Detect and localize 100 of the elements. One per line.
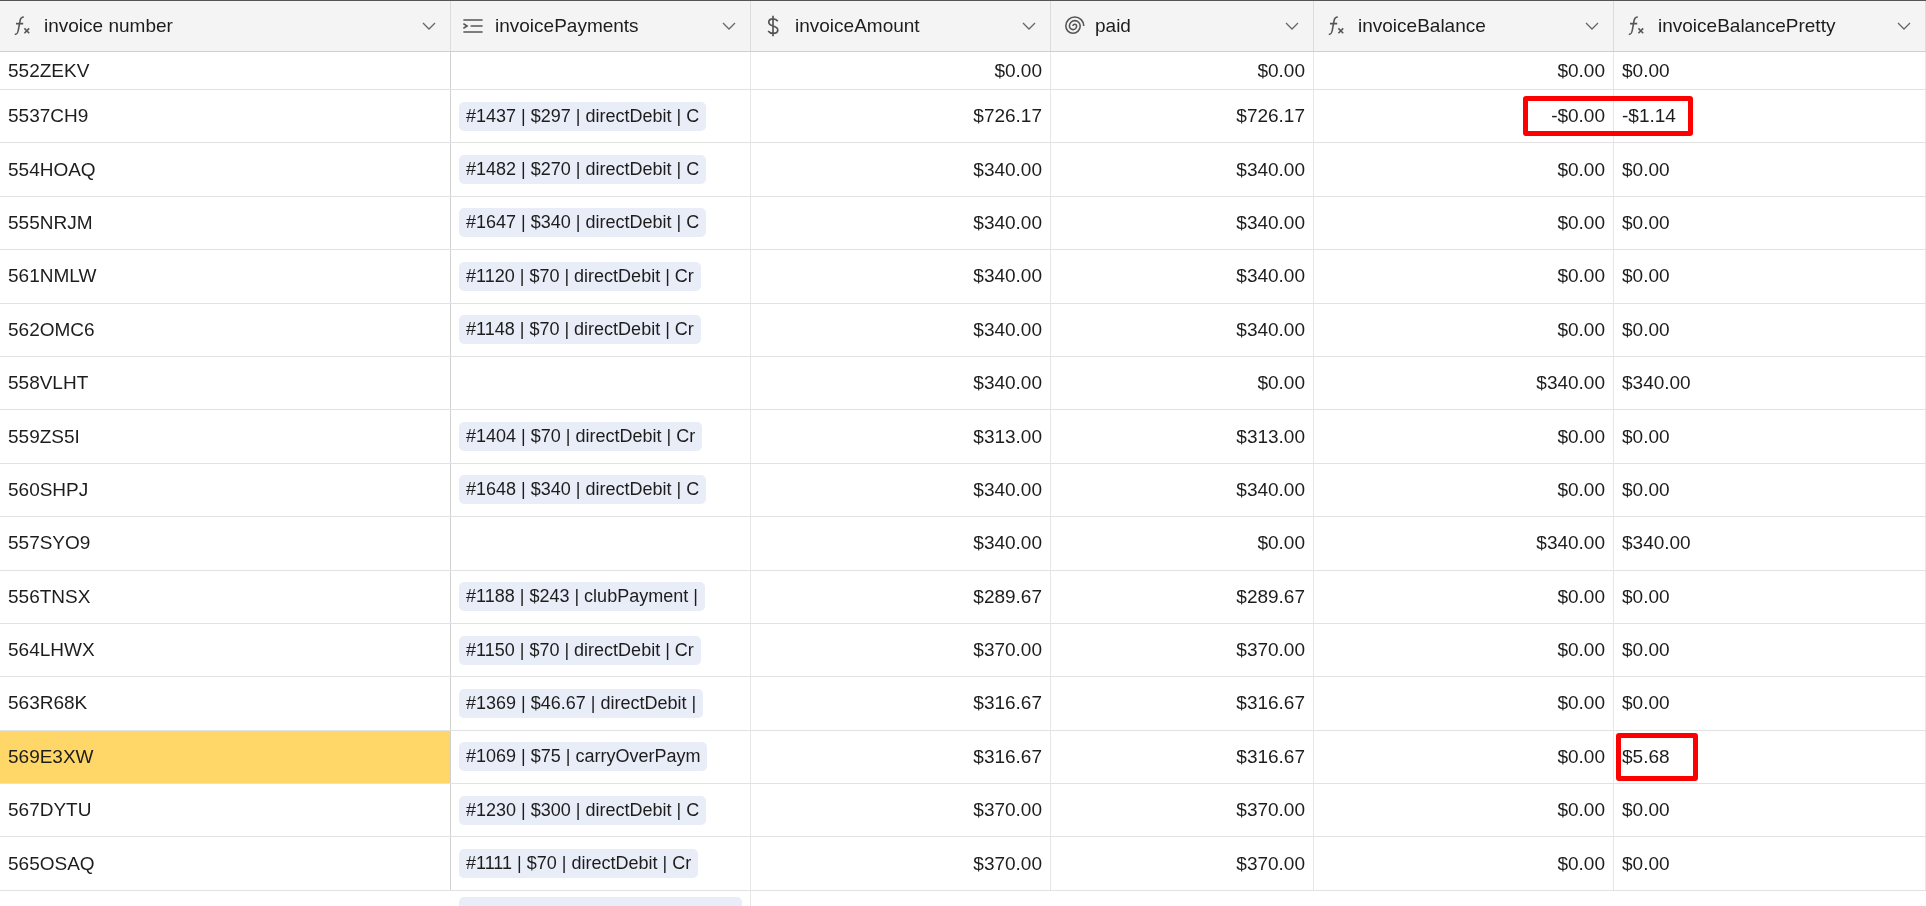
- table-cell[interactable]: 563R68K: [0, 677, 451, 730]
- table-cell: $340.00: [1051, 463, 1314, 517]
- table-cell: $340.00: [1051, 303, 1314, 356]
- column-header[interactable]: invoiceAmount: [751, 1, 1051, 51]
- payment-chip[interactable]: #1482 | $270 | directDebit | C: [459, 155, 707, 185]
- table-cell: $0.00: [1557, 158, 1605, 181]
- column-title: invoiceAmount: [795, 15, 921, 37]
- table-cell[interactable]: 560SHPJ: [0, 463, 451, 517]
- table-cell[interactable]: 564LHWX: [0, 623, 451, 677]
- table-cell[interactable]: 5537CH9: [0, 90, 451, 143]
- column-title: invoiceBalancePretty: [1658, 15, 1837, 37]
- table-cell: $340.00: [1536, 532, 1605, 555]
- column-header[interactable]: invoice number: [0, 1, 451, 51]
- table-cell[interactable]: 558VLHT: [0, 356, 451, 410]
- payment-chip[interactable]: #1648 | $340 | directDebit | C: [459, 475, 707, 505]
- payment-chip[interactable]: #1120 | $70 | directDebit | Cr: [459, 261, 701, 291]
- table-cell: $0.00: [1622, 265, 1670, 288]
- table-cell: $0.00: [1557, 59, 1605, 82]
- table-cell: $0.00: [1622, 799, 1670, 822]
- table-cell: $340.00: [1622, 532, 1691, 555]
- table-cell: $0.00: [1622, 639, 1670, 662]
- payment-chip[interactable]: #1150 | $70 | directDebit | Cr: [459, 635, 701, 665]
- table-cell: $0.00: [1557, 745, 1605, 768]
- table-cell[interactable]: 554HOAQ: [0, 143, 451, 196]
- column-title: invoicePayments: [495, 15, 640, 37]
- table-cell: $0.00: [1622, 692, 1670, 715]
- table-cell: $0.00: [1622, 425, 1670, 448]
- table-cell: $340.00: [751, 517, 1051, 570]
- table-cell: $0.00: [1557, 265, 1605, 288]
- table-cell: $0.00: [1557, 425, 1605, 448]
- table-cell: $340.00: [1622, 372, 1691, 395]
- table-cell: $0.00: [1557, 478, 1605, 501]
- table-cell: $370.00: [1051, 784, 1314, 837]
- table-cell: $0.00: [1557, 639, 1605, 662]
- column-title: paid: [1095, 15, 1132, 37]
- table-cell: $0.00: [1622, 852, 1670, 875]
- table-cell: $340.00: [751, 250, 1051, 303]
- table-cell: $340.00: [1536, 372, 1605, 395]
- table-cell: $340.00: [751, 143, 1051, 196]
- table-cell: $340.00: [751, 463, 1051, 517]
- table-cell: $370.00: [751, 623, 1051, 677]
- table-cell: $0.00: [1051, 356, 1314, 410]
- payment-chip[interactable]: #1369 | $46.67 | directDebit |: [459, 689, 704, 718]
- table-cell: $0.00: [1622, 318, 1670, 341]
- table-cell: $370.00: [751, 784, 1051, 837]
- table-cell: -$0.00: [1551, 105, 1605, 128]
- chevron-down-icon[interactable]: [422, 22, 436, 30]
- table-cell[interactable]: 552ZEKV: [0, 52, 451, 89]
- table-cell: $0.00: [1622, 158, 1670, 181]
- table-cell: $340.00: [1051, 143, 1314, 196]
- column-header[interactable]: invoiceBalance: [1314, 1, 1614, 51]
- table-cell: $313.00: [1051, 410, 1314, 463]
- table-cell[interactable]: 555NRJM: [0, 196, 451, 250]
- payment-chip[interactable]: #1647 | $340 | directDebit | C: [459, 208, 707, 238]
- table-cell: $5.68: [1622, 745, 1670, 768]
- chevron-down-icon[interactable]: [1285, 22, 1299, 30]
- table-cell: $0.00: [1622, 59, 1670, 82]
- column-header[interactable]: invoicePayments: [451, 1, 751, 51]
- chevron-down-icon[interactable]: [1022, 22, 1036, 30]
- table-cell: $370.00: [1051, 837, 1314, 890]
- table-cell: $0.00: [1557, 692, 1605, 715]
- table-cell: $316.67: [1051, 730, 1314, 784]
- payment-chip[interactable]: #1230 | $300 | directDebit | C: [459, 795, 707, 825]
- payment-chip[interactable]: #1437 | $297 | directDebit | C: [459, 101, 707, 131]
- table-cell: $0.00: [1557, 852, 1605, 875]
- table-cell[interactable]: 559ZS5I: [0, 410, 451, 463]
- table-cell: $0.00: [1557, 211, 1605, 234]
- table-cell: $316.67: [1051, 677, 1314, 730]
- column-title: invoice number: [44, 15, 174, 37]
- table-cell[interactable]: 567DYTU: [0, 784, 451, 837]
- table-cell: $316.67: [751, 677, 1051, 730]
- table-cell: $0.00: [1622, 478, 1670, 501]
- table-cell: $316.67: [751, 730, 1051, 784]
- column-header[interactable]: invoiceBalancePretty: [1614, 1, 1926, 51]
- table-cell[interactable]: 565OSAQ: [0, 837, 451, 890]
- table-cell: $313.00: [751, 410, 1051, 463]
- table-cell[interactable]: 557SYO9: [0, 517, 451, 570]
- table-cell[interactable]: 556TNSX: [0, 570, 451, 623]
- table-cell: $726.17: [751, 90, 1051, 143]
- payment-chip[interactable]: #1069 | $75 | carryOverPaym: [459, 742, 708, 772]
- table-cell[interactable]: 562OMC6: [0, 303, 451, 356]
- table-cell[interactable]: 561NMLW: [0, 250, 451, 303]
- chevron-down-icon[interactable]: [722, 22, 736, 30]
- table-cell: $726.17: [1051, 90, 1314, 143]
- table-cell: $289.67: [1051, 570, 1314, 623]
- payment-chip[interactable]: #1148 | $70 | directDebit | Cr: [459, 315, 701, 345]
- table-cell[interactable]: 569E3XW: [0, 730, 451, 784]
- column-header[interactable]: paid: [1051, 1, 1314, 51]
- table-cell: -$1.14: [1622, 105, 1676, 128]
- table-cell: $340.00: [751, 356, 1051, 410]
- table-cell: $340.00: [1051, 250, 1314, 303]
- chevron-down-icon[interactable]: [1897, 22, 1911, 30]
- table-cell: $0.00: [1051, 52, 1314, 89]
- table-cell: $340.00: [751, 196, 1051, 250]
- payment-chip[interactable]: #1111 | $70 | directDebit | Cr: [459, 849, 699, 879]
- payment-chip[interactable]: #1404 | $70 | directDebit | Cr: [459, 422, 703, 452]
- table-cell: $370.00: [751, 837, 1051, 890]
- payment-chip[interactable]: #1188 | $243 | clubPayment |: [459, 582, 705, 612]
- table-cell: $289.67: [751, 570, 1051, 623]
- chevron-down-icon[interactable]: [1585, 22, 1599, 30]
